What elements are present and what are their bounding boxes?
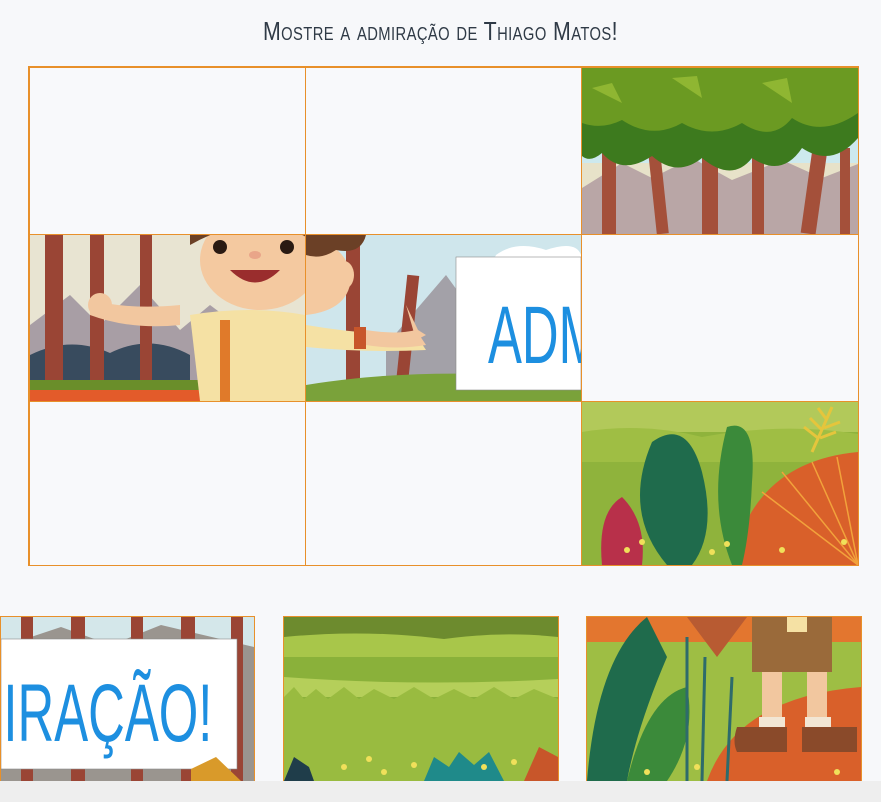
placed-piece-treetops[interactable] (581, 67, 859, 235)
tray-piece-banner-end[interactable]: MIRAÇÃO! (0, 616, 255, 782)
puzzle-title: Mostre a admiração de Thiago Matos! (262, 16, 619, 46)
board-slot-r3c1[interactable] (29, 401, 306, 566)
board-slot-r1c2[interactable] (305, 67, 582, 235)
boy-left-image (30, 235, 305, 401)
placed-piece-plants[interactable] (581, 401, 859, 566)
board-slot-r2c3[interactable] (581, 234, 859, 402)
puzzle-board: ADM (28, 66, 859, 566)
boy-legs-image (587, 617, 861, 781)
banner-fragment-left: ADM (488, 290, 581, 381)
placed-piece-boy-right-banner[interactable]: ADM (305, 234, 582, 402)
grass-field-image (284, 617, 558, 781)
banner-end-image: MIRAÇÃO! (1, 617, 254, 781)
placed-piece-boy-left[interactable] (29, 234, 306, 402)
bottom-scroll-bar (0, 781, 881, 802)
boy-right-banner-image: ADM (306, 235, 581, 401)
tray-piece-boy-legs[interactable] (586, 616, 862, 782)
plants-image (582, 402, 858, 565)
treetops-image (582, 68, 858, 234)
banner-fragment-right: MIRAÇÃO! (1, 668, 212, 759)
board-slot-r3c2[interactable] (305, 401, 582, 566)
board-slot-r1c1[interactable] (29, 67, 306, 235)
tray-piece-grass-field[interactable] (283, 616, 559, 782)
